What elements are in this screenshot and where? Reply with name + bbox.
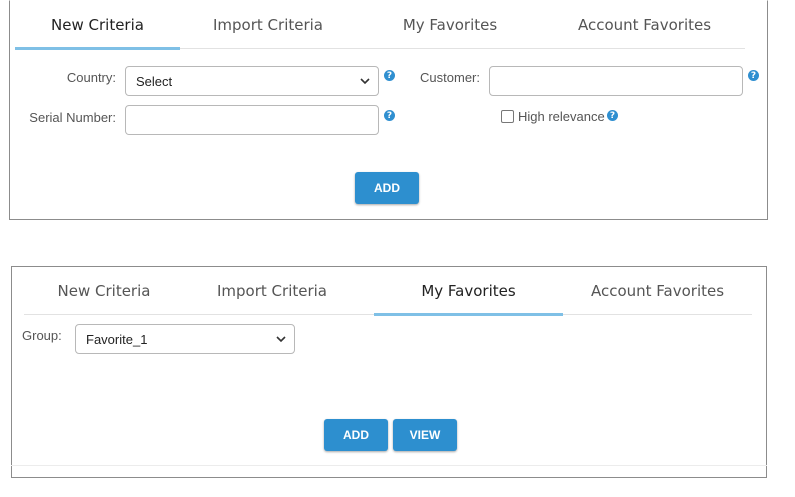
- my-favorites-panel: New Criteria Import Criteria My Favorite…: [11, 266, 767, 478]
- new-criteria-panel: New Criteria Import Criteria My Favorite…: [9, 0, 768, 220]
- tab-my-favorites[interactable]: My Favorites: [356, 1, 544, 49]
- tab-import-criteria[interactable]: Import Criteria: [184, 267, 360, 315]
- favorites-tabs: New Criteria Import Criteria My Favorite…: [24, 267, 752, 316]
- country-help-icon[interactable]: ?: [384, 70, 395, 81]
- tab-import-criteria[interactable]: Import Criteria: [180, 1, 356, 49]
- customer-input[interactable]: [489, 66, 743, 96]
- high-relevance-label: High relevance: [518, 109, 605, 124]
- tab-new-criteria[interactable]: New Criteria: [24, 267, 184, 315]
- serial-number-input[interactable]: [125, 105, 379, 135]
- group-select[interactable]: Favorite_1: [75, 324, 295, 354]
- customer-help-icon[interactable]: ?: [748, 70, 759, 81]
- criteria-tabs: New Criteria Import Criteria My Favorite…: [15, 1, 745, 50]
- serial-number-label: Serial Number:: [29, 110, 116, 125]
- tab-account-favorites[interactable]: Account Favorites: [563, 267, 752, 315]
- serial-number-help-icon[interactable]: ?: [384, 110, 395, 121]
- customer-label: Customer:: [420, 70, 480, 85]
- country-label: Country:: [66, 70, 116, 85]
- country-select-value: Select: [136, 73, 173, 89]
- tab-new-criteria[interactable]: New Criteria: [15, 1, 180, 50]
- group-select-value: Favorite_1: [86, 331, 148, 347]
- chevron-down-icon: [360, 78, 370, 85]
- high-relevance-help-icon[interactable]: ?: [607, 110, 618, 121]
- group-label: Group:: [22, 328, 62, 343]
- country-select[interactable]: Select: [125, 66, 379, 96]
- panel-footer-divider: [11, 465, 767, 466]
- tab-account-favorites[interactable]: Account Favorites: [544, 1, 745, 49]
- high-relevance-checkbox[interactable]: [501, 110, 514, 123]
- add-favorite-button[interactable]: ADD: [324, 419, 388, 451]
- add-criteria-button[interactable]: ADD: [355, 172, 419, 204]
- view-favorite-button[interactable]: VIEW: [393, 419, 457, 451]
- chevron-down-icon: [276, 336, 286, 343]
- tab-my-favorites[interactable]: My Favorites: [374, 267, 563, 316]
